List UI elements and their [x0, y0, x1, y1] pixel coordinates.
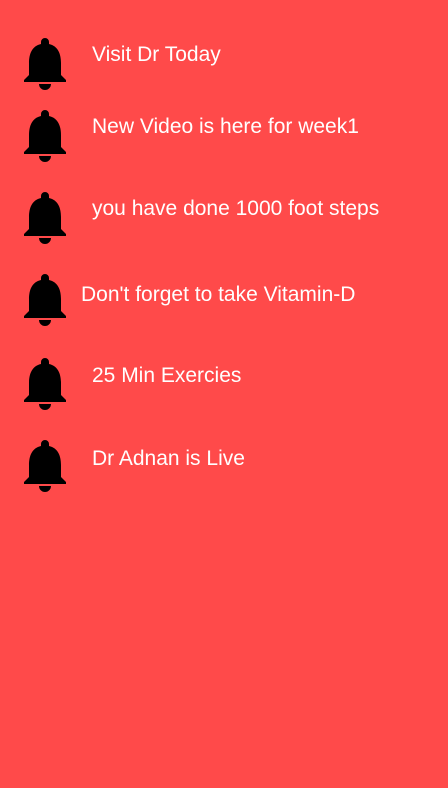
- bell-icon: [22, 272, 68, 328]
- notification-text: New Video is here for week1: [92, 115, 359, 138]
- notification-item[interactable]: Visit Dr Today: [0, 32, 448, 92]
- bell-icon: [22, 190, 68, 246]
- notification-text: Dr Adnan is Live: [92, 447, 245, 470]
- notification-text: 25 Min Exercies: [92, 364, 242, 387]
- notification-item[interactable]: you have done 1000 foot steps: [0, 186, 448, 246]
- notifications-screen: Visit Dr Today New Video is here for wee…: [0, 0, 448, 788]
- notification-text: Don't forget to take Vitamin-D: [81, 283, 356, 306]
- notification-item[interactable]: 25 Min Exercies: [0, 352, 448, 412]
- notification-text: Visit Dr Today: [92, 43, 221, 66]
- notification-text: you have done 1000 foot steps: [92, 197, 380, 220]
- bell-icon: [22, 108, 68, 164]
- notification-item[interactable]: Dr Adnan is Live: [0, 434, 448, 494]
- bell-icon: [22, 438, 68, 494]
- notification-item[interactable]: New Video is here for week1: [0, 104, 448, 164]
- notification-item[interactable]: Don't forget to take Vitamin-D: [0, 268, 448, 328]
- bell-icon: [22, 356, 68, 412]
- bell-icon: [22, 36, 68, 92]
